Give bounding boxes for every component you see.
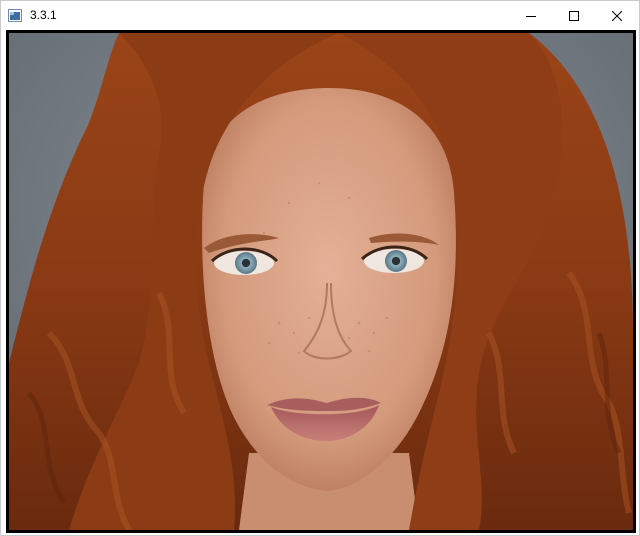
maximize-icon [569,10,579,21]
window-title: 3.3.1 [30,8,57,22]
app-window-icon [8,9,22,22]
title-bar[interactable]: 3.3.1 [1,1,639,30]
left-iris [235,252,257,274]
portrait-image[interactable] [9,33,633,530]
minimize-icon [526,11,536,21]
image-canvas-frame [6,30,636,533]
close-button[interactable] [595,1,639,30]
right-iris [385,250,407,272]
opencv-image-window: 3.3.1 [0,0,640,536]
close-icon [612,10,622,21]
maximize-button[interactable] [552,1,596,30]
minimize-button[interactable] [509,1,553,30]
